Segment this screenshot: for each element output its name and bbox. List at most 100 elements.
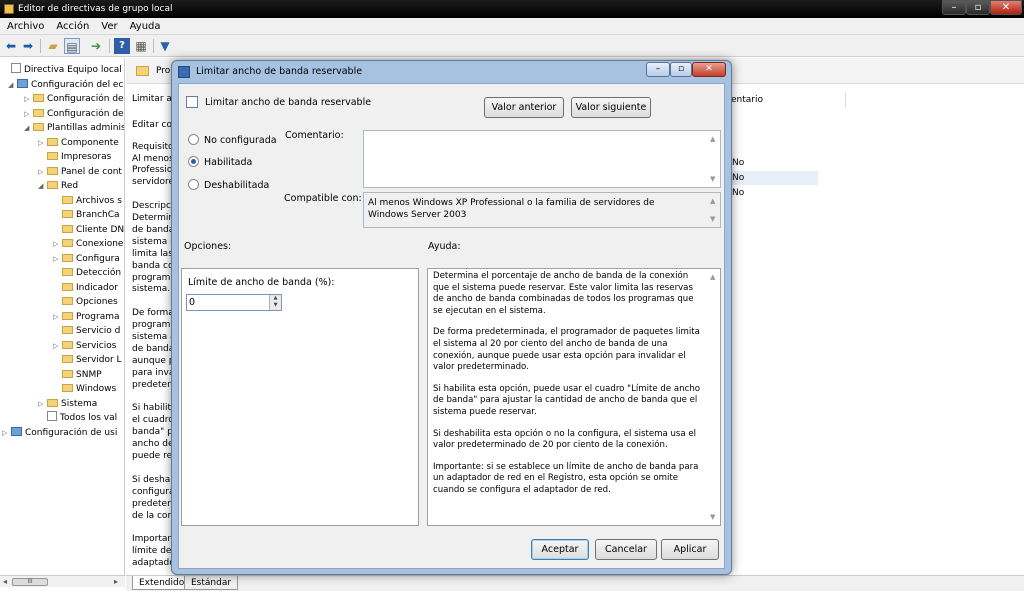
tree-item[interactable]: ▷ Configura: [53, 252, 120, 266]
scroll-down-arrow-icon[interactable]: ▼: [710, 175, 715, 183]
bandwidth-limit-spinner[interactable]: 0 ▲ ▼: [186, 294, 282, 311]
menu-ayuda[interactable]: Ayuda: [123, 18, 166, 35]
scroll-up-arrow-icon[interactable]: ▲: [710, 135, 715, 143]
compatible-scrollbar[interactable]: ▲ ▼: [707, 193, 720, 227]
spin-up-icon[interactable]: ▲: [270, 295, 281, 302]
folder-icon: [62, 195, 73, 204]
tree-item[interactable]: ▷ Componente: [38, 136, 119, 150]
properties-icon[interactable]: ▦: [133, 38, 149, 54]
radio-button[interactable]: [188, 134, 199, 145]
tree-item[interactable]: Archivos s: [53, 194, 122, 208]
dialog-minimize-button[interactable]: –: [646, 62, 670, 77]
tree-item[interactable]: ▷ Servicios: [53, 339, 116, 353]
expand-arrow-icon[interactable]: ▷: [53, 237, 62, 251]
menu-accion[interactable]: Acción: [49, 18, 94, 35]
comment-scrollbar[interactable]: ▲ ▼: [707, 131, 720, 187]
tree-item[interactable]: Cliente DN: [53, 223, 124, 237]
row-value[interactable]: No: [732, 156, 744, 170]
help-scrollbar[interactable]: ▲ ▼: [707, 269, 720, 525]
window-minimize-button[interactable]: –: [942, 0, 966, 15]
radio-button[interactable]: [188, 179, 199, 190]
expand-arrow-icon[interactable]: ▷: [38, 136, 47, 150]
folder-icon: [47, 398, 58, 407]
tree-item[interactable]: Detección: [53, 266, 121, 280]
up-folder-icon[interactable]: ▰: [45, 38, 61, 54]
column-header-comment[interactable]: entario: [726, 92, 846, 108]
tree-pane[interactable]: Directiva Equipo local ◢ Configuración del…: [0, 58, 125, 575]
spinner-buttons[interactable]: ▲ ▼: [269, 295, 281, 310]
tree-item[interactable]: ▷ Panel de cont: [38, 165, 122, 179]
row-value[interactable]: No: [732, 171, 744, 185]
radio-button[interactable]: [188, 156, 199, 167]
radio-deshabilitada[interactable]: Deshabilitada: [188, 179, 269, 193]
tree-item[interactable]: ▷ Conexione: [53, 237, 123, 251]
tree-item[interactable]: ▷ Configuración de: [24, 107, 124, 121]
dialog-close-button[interactable]: ✕: [692, 62, 726, 77]
comment-textarea[interactable]: ▲ ▼: [363, 130, 721, 188]
next-setting-button[interactable]: Valor siguiente: [571, 97, 651, 118]
expand-arrow-icon[interactable]: ▷: [24, 107, 33, 121]
tree-item[interactable]: Impresoras: [38, 150, 111, 164]
cancel-button[interactable]: Cancelar: [595, 539, 657, 560]
help-icon[interactable]: ?: [114, 38, 130, 54]
collapse-arrow-icon[interactable]: ◢: [24, 121, 33, 135]
previous-setting-button[interactable]: Valor anterior: [484, 97, 564, 118]
ok-button[interactable]: Aceptar: [531, 539, 589, 560]
collapse-arrow-icon[interactable]: ◢: [8, 78, 17, 92]
forward-arrow-icon[interactable]: ➡: [20, 38, 36, 54]
scroll-down-arrow-icon[interactable]: ▼: [710, 513, 715, 521]
tree-item[interactable]: ▷ Configuración de: [24, 92, 124, 106]
dialog-maximize-button[interactable]: ▫: [670, 62, 692, 77]
bandwidth-limit-value[interactable]: 0: [189, 297, 195, 308]
scroll-thumb[interactable]: III: [12, 578, 48, 586]
apply-button[interactable]: Aplicar: [661, 539, 719, 560]
tab-estandar[interactable]: Estándar: [184, 576, 239, 590]
tree-item[interactable]: SNMP: [53, 368, 102, 382]
expand-arrow-icon[interactable]: ▷: [38, 165, 47, 179]
export-list-icon[interactable]: ➔: [88, 38, 104, 54]
scroll-up-arrow-icon[interactable]: ▲: [710, 197, 715, 205]
tree-item[interactable]: BranchCa: [53, 208, 120, 222]
folder-icon: [62, 282, 73, 291]
expand-arrow-icon[interactable]: ▷: [38, 397, 47, 411]
radio-habilitada[interactable]: Habilitada: [188, 156, 252, 170]
scroll-right-arrow-icon[interactable]: ▸: [114, 576, 118, 588]
expand-arrow-icon[interactable]: ▷: [53, 339, 62, 353]
window-close-button[interactable]: ✕: [990, 0, 1022, 15]
tree-item[interactable]: ▷ Sistema: [38, 397, 97, 411]
tree-item[interactable]: ▷ Configuración de usi: [2, 426, 117, 440]
tree-item[interactable]: Servidor L: [53, 353, 122, 367]
tree-item[interactable]: ▷ Programa: [53, 310, 120, 324]
row-value[interactable]: No: [732, 186, 744, 200]
tree-item[interactable]: ◢ Red: [38, 179, 78, 193]
scroll-left-arrow-icon[interactable]: ◂: [3, 576, 7, 588]
expand-arrow-icon[interactable]: ▷: [53, 310, 62, 324]
filter-icon[interactable]: ▼: [157, 38, 173, 54]
tab-extendido[interactable]: Extendido: [132, 576, 192, 590]
scroll-down-arrow-icon[interactable]: ▼: [710, 215, 715, 223]
radio-no-configurada[interactable]: No configurada: [188, 134, 277, 148]
expand-arrow-icon[interactable]: ▷: [24, 92, 33, 106]
scroll-up-arrow-icon[interactable]: ▲: [710, 273, 715, 281]
window-maximize-button[interactable]: ▫: [966, 0, 990, 15]
expand-arrow-icon[interactable]: ▷: [53, 252, 62, 266]
tree-item[interactable]: ◢ Plantillas adminis: [24, 121, 124, 135]
tree-item[interactable]: Servicio d: [53, 324, 120, 338]
help-label: Ayuda:: [428, 241, 461, 252]
expand-arrow-icon[interactable]: ▷: [2, 426, 11, 440]
tree-item[interactable]: ◢ Configuración del ec: [8, 78, 123, 92]
radio-label: No configurada: [204, 135, 277, 146]
tree-item[interactable]: Windows: [53, 382, 116, 396]
tree-horizontal-scrollbar[interactable]: ◂ III ▸: [0, 575, 125, 587]
tree-item[interactable]: Opciones: [53, 295, 118, 309]
tree-item[interactable]: Directiva Equipo local: [2, 63, 122, 77]
menu-archivo[interactable]: Archivo: [0, 18, 49, 35]
spin-down-icon[interactable]: ▼: [270, 302, 281, 309]
show-hide-tree-icon[interactable]: ▤: [64, 38, 80, 54]
back-arrow-icon[interactable]: ⬅: [3, 38, 19, 54]
tree-item-label: Servicio d: [76, 326, 121, 336]
collapse-arrow-icon[interactable]: ◢: [38, 179, 47, 193]
tree-item[interactable]: Todos los val: [38, 411, 117, 425]
tree-item[interactable]: Indicador: [53, 281, 118, 295]
menu-ver[interactable]: Ver: [94, 18, 122, 35]
